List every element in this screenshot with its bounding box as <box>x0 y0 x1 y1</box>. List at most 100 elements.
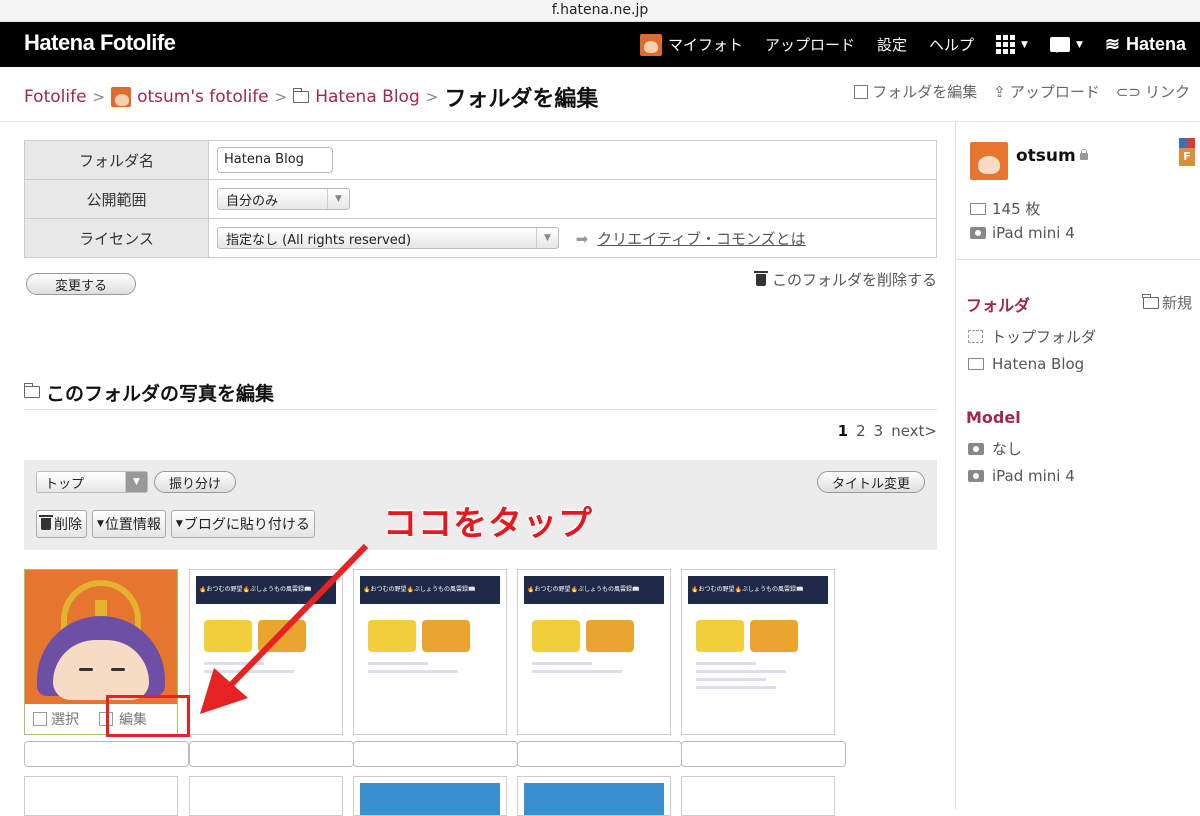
breadcrumb-fotolife[interactable]: Fotolife <box>24 87 87 107</box>
chevron-down-icon: ▼ <box>327 189 349 209</box>
move-to-folder-select[interactable]: トップ ▼ <box>36 471 148 493</box>
fotolife-logo[interactable]: Hatena Fotolife <box>24 30 176 56</box>
top-folder-icon <box>968 330 983 343</box>
breadcrumb-folder[interactable]: Hatena Blog <box>315 87 420 107</box>
caption-input[interactable] <box>681 741 846 767</box>
sidebar-folder-label: トップフォルダ <box>991 328 1097 346</box>
photo-image <box>524 783 664 815</box>
photo-thumbnail[interactable] <box>681 776 835 816</box>
folder-icon <box>292 88 310 103</box>
url-text: f.hatena.ne.jp <box>551 2 649 18</box>
page-link[interactable]: 2 <box>856 422 866 440</box>
camera-icon <box>968 470 984 482</box>
nav-my-photo-label: マイフォト <box>667 36 743 54</box>
chevron-down-icon: ▼ <box>1021 39 1028 50</box>
photo-thumbnail[interactable] <box>189 776 343 816</box>
creative-commons-link[interactable]: クリエイティブ・コモンズとは <box>597 230 806 248</box>
location-button[interactable]: ▼ 位置情報 <box>92 510 166 538</box>
photo-thumbnail[interactable] <box>24 776 178 816</box>
folder-name-input[interactable]: Hatena Blog <box>217 147 333 173</box>
profile-username: otsum <box>1016 146 1076 166</box>
blog-screenshot-image: 🔥おつむの野望🔥ぶしょうもの風雲録📖 <box>196 576 336 726</box>
page-link[interactable]: 3 <box>874 422 884 440</box>
chevron-down-icon: ▼ <box>536 228 558 248</box>
browser-url-bar[interactable]: f.hatena.ne.jp <box>0 0 1200 22</box>
photo-thumbnail[interactable]: 🔥おつむの野望🔥ぶしょうもの風雲録📖 <box>517 569 671 735</box>
blog-banner: 🔥おつむの野望🔥ぶしょうもの風雲録📖 <box>196 576 336 604</box>
nav-help[interactable]: ヘルプ <box>929 34 974 55</box>
nav-my-photo[interactable]: マイフォト <box>639 33 743 56</box>
edit-folder-label: フォルダを編集 <box>872 83 978 101</box>
sidebar-folder-label: Hatena Blog <box>992 355 1085 373</box>
blog-screenshot-image: 🔥おつむの野望🔥ぶしょうもの風雲録📖 <box>524 576 664 726</box>
blog-paste-button[interactable]: ▼ ブログに貼り付ける <box>170 510 315 538</box>
blog-banner: 🔥おつむの野望🔥ぶしょうもの風雲録📖 <box>360 576 500 604</box>
delete-folder-label: このフォルダを削除する <box>771 271 937 289</box>
select-checkbox[interactable] <box>33 712 47 726</box>
photo-thumbnail[interactable]: 🔥おつむの野望🔥ぶしょうもの風雲録📖 <box>353 569 507 735</box>
delete-button[interactable]: 削除 <box>36 510 87 538</box>
breadcrumb-bar: Fotolife > otsum's fotolife > Hatena Blo… <box>0 67 1200 122</box>
arrow-right-icon: ➡ <box>575 229 589 248</box>
title-change-button[interactable]: タイトル変更 <box>817 471 925 493</box>
profile-card: otsum F 145 枚 iPad mini 4 <box>956 122 1200 260</box>
nav-settings[interactable]: 設定 <box>877 34 907 55</box>
caption-input[interactable] <box>353 741 518 767</box>
chevron-down-icon: ▼ <box>97 519 104 529</box>
breadcrumb-separator: > <box>92 88 106 106</box>
sidebar-folder-top[interactable]: トップフォルダ <box>968 326 1096 347</box>
caption-input[interactable] <box>189 741 354 767</box>
license-label: ライセンス <box>24 218 209 258</box>
caption-input[interactable] <box>517 741 682 767</box>
chevron-down-icon: ▼ <box>125 472 147 492</box>
chevron-down-icon: ▼ <box>175 519 183 529</box>
page-link[interactable]: 1 <box>838 422 848 440</box>
folder-icon <box>23 383 40 398</box>
next-page-link[interactable]: next> <box>891 422 937 440</box>
sort-button[interactable]: 振り分け <box>154 471 236 493</box>
blog-paste-label: ブログに貼り付ける <box>183 517 310 533</box>
chevron-down-icon: ▼ <box>1075 39 1083 50</box>
license-select[interactable]: 指定なし (All rights reserved) ▼ <box>217 227 559 249</box>
edit-folder-link[interactable]: フォルダを編集 <box>854 81 977 102</box>
camera-icon <box>968 442 984 455</box>
apps-menu[interactable]: ▼ <box>996 35 1028 54</box>
photo-thumbnail[interactable] <box>353 776 507 816</box>
visibility-label: 公開範囲 <box>24 179 209 219</box>
hatena-logo[interactable]: ≋ Hatena <box>1105 34 1186 55</box>
chat-bubble-icon <box>1049 37 1070 53</box>
photo-thumbnail[interactable]: 🔥おつむの野望🔥ぶしょうもの風雲録📖 <box>189 569 343 735</box>
medal-icon: F <box>1179 138 1195 168</box>
breadcrumb-user[interactable]: otsum's fotolife <box>137 87 269 107</box>
caption-input[interactable] <box>24 741 189 767</box>
locked-folder-icon <box>968 358 984 370</box>
visibility-select[interactable]: 自分のみ ▼ <box>217 188 350 210</box>
profile-name[interactable]: otsum <box>1016 146 1088 166</box>
sidebar-model-label: iPad mini 4 <box>992 467 1075 485</box>
license-value: 指定なし (All rights reserved) <box>226 232 412 248</box>
photo-count-label: 145 枚 <box>992 200 1041 218</box>
photo-thumbnail[interactable]: 🔥おつむの野望🔥ぶしょうもの風雲録📖 <box>681 569 835 735</box>
trash-icon <box>39 515 53 530</box>
sidebar-model-none[interactable]: なし <box>968 438 1022 459</box>
delete-label: 削除 <box>54 517 82 533</box>
notifications-menu[interactable]: ▼ <box>1049 37 1083 53</box>
nav-upload[interactable]: アップロード <box>765 34 855 55</box>
upload-icon: ⇪ <box>993 82 1006 101</box>
submit-button[interactable]: 変更する <box>26 273 136 295</box>
model-heading: Model <box>966 408 1021 427</box>
sidebar-model-ipad[interactable]: iPad mini 4 <box>968 467 1075 485</box>
photo-image <box>360 783 500 815</box>
delete-folder-link[interactable]: このフォルダを削除する <box>753 269 937 290</box>
new-folder-link[interactable]: 新規 <box>1142 292 1192 313</box>
blog-banner: 🔥おつむの野望🔥ぶしょうもの風雲録📖 <box>688 576 828 604</box>
photo-thumbnail[interactable] <box>517 776 671 816</box>
new-folder-icon <box>1142 293 1159 309</box>
page-title: フォルダを編集 <box>444 87 599 112</box>
new-folder-label: 新規 <box>1161 294 1192 312</box>
apps-grid-icon <box>996 35 1016 54</box>
sidebar-folder-hatena-blog[interactable]: Hatena Blog <box>968 355 1084 373</box>
upload-link[interactable]: ⇪ アップロード <box>993 81 1100 102</box>
avatar[interactable] <box>970 142 1008 180</box>
link-link[interactable]: ⊂⊃ リンク <box>1116 81 1190 102</box>
